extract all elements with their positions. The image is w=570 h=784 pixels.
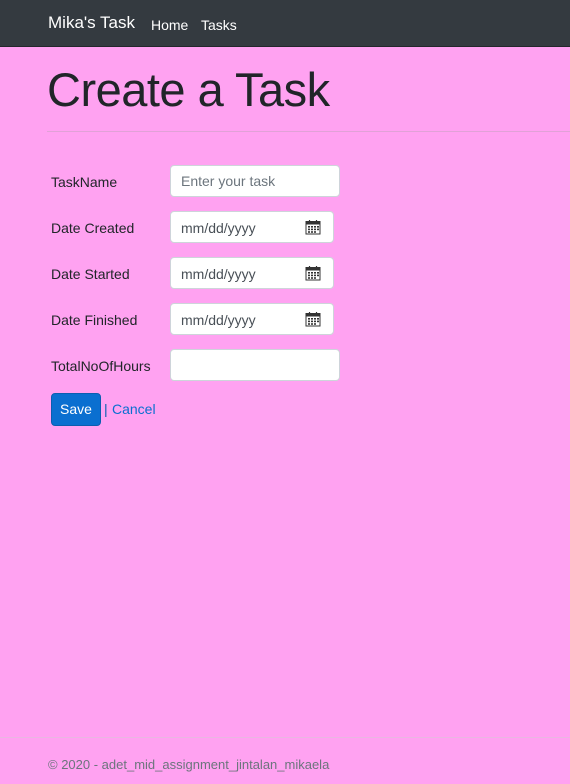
navbar-brand[interactable]: Mika's Task <box>48 13 135 33</box>
date-finished-input[interactable]: mm/dd/yyyy <box>170 303 334 335</box>
calendar-icon[interactable] <box>305 219 321 235</box>
title-divider <box>47 131 570 132</box>
save-button[interactable]: Save <box>51 393 101 426</box>
total-hours-input[interactable] <box>170 349 340 381</box>
date-started-placeholder: mm/dd/yyyy <box>181 266 256 282</box>
task-name-row: TaskName <box>51 165 351 197</box>
date-started-input[interactable]: mm/dd/yyyy <box>170 257 334 289</box>
total-hours-row: TotalNoOfHours <box>51 349 351 381</box>
footer-divider <box>0 737 570 738</box>
nav-link-home[interactable]: Home <box>151 17 188 33</box>
date-created-row: Date Created mm/dd/yyyy <box>51 211 351 243</box>
footer-copyright: © 2020 - adet_mid_assignment_jintalan_mi… <box>48 757 330 772</box>
date-started-row: Date Started mm/dd/yyyy <box>51 257 351 289</box>
page-title: Create a Task <box>47 63 330 116</box>
date-started-label: Date Started <box>51 266 130 282</box>
date-finished-label: Date Finished <box>51 312 138 328</box>
navbar: Mika's Task Home Tasks <box>0 0 570 47</box>
cancel-link[interactable]: Cancel <box>112 401 156 417</box>
date-created-placeholder: mm/dd/yyyy <box>181 220 256 236</box>
total-hours-label: TotalNoOfHours <box>51 358 151 374</box>
calendar-icon[interactable] <box>305 265 321 281</box>
date-created-label: Date Created <box>51 220 135 236</box>
calendar-icon[interactable] <box>305 311 321 327</box>
date-finished-placeholder: mm/dd/yyyy <box>181 312 256 328</box>
nav-link-tasks[interactable]: Tasks <box>201 17 237 33</box>
date-created-input[interactable]: mm/dd/yyyy <box>170 211 334 243</box>
action-separator: | <box>104 401 108 417</box>
task-name-label: TaskName <box>51 174 118 190</box>
date-finished-row: Date Finished mm/dd/yyyy <box>51 303 351 335</box>
task-name-input[interactable] <box>170 165 340 197</box>
